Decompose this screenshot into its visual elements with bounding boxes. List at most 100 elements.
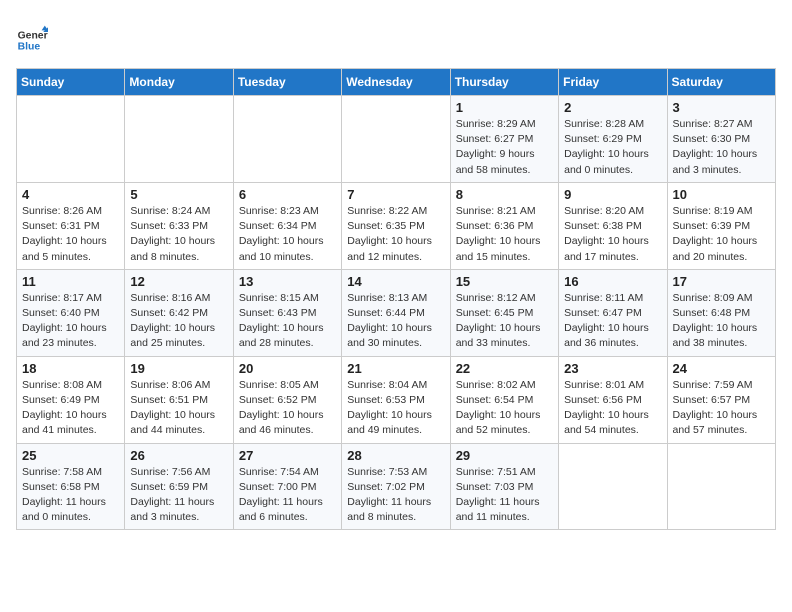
calendar-table: SundayMondayTuesdayWednesdayThursdayFrid… [16, 68, 776, 530]
day-number: 9 [564, 187, 661, 202]
day-info: Sunrise: 8:13 AMSunset: 6:44 PMDaylight:… [347, 291, 444, 352]
column-header-monday: Monday [125, 69, 233, 96]
day-info: Sunrise: 8:26 AMSunset: 6:31 PMDaylight:… [22, 204, 119, 265]
logo-icon: General Blue [16, 24, 48, 56]
day-info: Sunrise: 8:04 AMSunset: 6:53 PMDaylight:… [347, 378, 444, 439]
calendar-cell [342, 96, 450, 183]
calendar-cell: 28Sunrise: 7:53 AMSunset: 7:02 PMDayligh… [342, 443, 450, 530]
day-number: 24 [673, 361, 770, 376]
day-info: Sunrise: 7:59 AMSunset: 6:57 PMDaylight:… [673, 378, 770, 439]
column-header-wednesday: Wednesday [342, 69, 450, 96]
column-header-thursday: Thursday [450, 69, 558, 96]
calendar-cell: 24 Sunrise: 7:59 AMSunset: 6:57 PMDayligh… [667, 356, 775, 443]
calendar-cell: 1 Sunrise: 8:29 AMSunset: 6:27 PMDaylight… [450, 96, 558, 183]
week-row-3: 11Sunrise: 8:17 AMSunset: 6:40 PMDayligh… [17, 269, 776, 356]
calendar-cell: 16 Sunrise: 8:11 AMSunset: 6:47 PMDayligh… [559, 269, 667, 356]
day-info: Sunrise: 8:09 AMSunset: 6:48 PMDaylight:… [673, 291, 770, 352]
day-info: Sunrise: 8:08 AMSunset: 6:49 PMDaylight:… [22, 378, 119, 439]
page-header: General Blue [16, 16, 776, 56]
day-info: Sunrise: 7:53 AMSunset: 7:02 PMDaylight:… [347, 465, 444, 526]
day-number: 12 [130, 274, 227, 289]
calendar-cell: 15 Sunrise: 8:12 AMSunset: 6:45 PMDayligh… [450, 269, 558, 356]
day-info: Sunrise: 8:15 AMSunset: 6:43 PMDaylight:… [239, 291, 336, 352]
day-number: 22 [456, 361, 553, 376]
day-info: Sunrise: 8:02 AMSunset: 6:54 PMDaylight:… [456, 378, 553, 439]
day-number: 14 [347, 274, 444, 289]
day-number: 2 [564, 100, 661, 115]
day-number: 7 [347, 187, 444, 202]
calendar-cell: 29 Sunrise: 7:51 AMSunset: 7:03 PMDayligh… [450, 443, 558, 530]
logo: General Blue [16, 24, 52, 56]
day-info: Sunrise: 7:58 AMSunset: 6:58 PMDaylight:… [22, 465, 119, 526]
day-number: 8 [456, 187, 553, 202]
calendar-cell: 19 Sunrise: 8:06 AMSunset: 6:51 PMDayligh… [125, 356, 233, 443]
day-info: Sunrise: 8:11 AMSunset: 6:47 PMDaylight:… [564, 291, 661, 352]
column-header-friday: Friday [559, 69, 667, 96]
calendar-cell: 7 Sunrise: 8:22 AMSunset: 6:35 PMDaylight… [342, 182, 450, 269]
week-row-5: 25 Sunrise: 7:58 AMSunset: 6:58 PMDayligh… [17, 443, 776, 530]
day-number: 16 [564, 274, 661, 289]
day-number: 1 [456, 100, 553, 115]
calendar-cell: 11Sunrise: 8:17 AMSunset: 6:40 PMDayligh… [17, 269, 125, 356]
calendar-cell: 21 Sunrise: 8:04 AMSunset: 6:53 PMDayligh… [342, 356, 450, 443]
day-info: Sunrise: 8:21 AMSunset: 6:36 PMDaylight:… [456, 204, 553, 265]
calendar-cell [559, 443, 667, 530]
calendar-cell: 14 Sunrise: 8:13 AMSunset: 6:44 PMDayligh… [342, 269, 450, 356]
day-info: Sunrise: 8:23 AMSunset: 6:34 PMDaylight:… [239, 204, 336, 265]
calendar-cell: 23Sunrise: 8:01 AMSunset: 6:56 PMDayligh… [559, 356, 667, 443]
day-number: 27 [239, 448, 336, 463]
day-number: 13 [239, 274, 336, 289]
day-info: Sunrise: 8:22 AMSunset: 6:35 PMDaylight:… [347, 204, 444, 265]
day-info: Sunrise: 8:12 AMSunset: 6:45 PMDaylight:… [456, 291, 553, 352]
svg-text:Blue: Blue [18, 42, 41, 53]
day-number: 26 [130, 448, 227, 463]
calendar-cell: 8 Sunrise: 8:21 AMSunset: 6:36 PMDaylight… [450, 182, 558, 269]
day-number: 19 [130, 361, 227, 376]
calendar-cell: 5Sunrise: 8:24 AMSunset: 6:33 PMDaylight… [125, 182, 233, 269]
calendar-cell: 27Sunrise: 7:54 AMSunset: 7:00 PMDayligh… [233, 443, 341, 530]
column-header-sunday: Sunday [17, 69, 125, 96]
day-number: 29 [456, 448, 553, 463]
calendar-cell: 20 Sunrise: 8:05 AMSunset: 6:52 PMDayligh… [233, 356, 341, 443]
day-info: Sunrise: 8:05 AMSunset: 6:52 PMDaylight:… [239, 378, 336, 439]
day-info: Sunrise: 8:19 AMSunset: 6:39 PMDaylight:… [673, 204, 770, 265]
calendar-cell: 22 Sunrise: 8:02 AMSunset: 6:54 PMDayligh… [450, 356, 558, 443]
calendar-cell: 18 Sunrise: 8:08 AMSunset: 6:49 PMDayligh… [17, 356, 125, 443]
day-number: 6 [239, 187, 336, 202]
day-number: 23 [564, 361, 661, 376]
day-number: 21 [347, 361, 444, 376]
day-number: 3 [673, 100, 770, 115]
calendar-header-row: SundayMondayTuesdayWednesdayThursdayFrid… [17, 69, 776, 96]
calendar-cell: 13 Sunrise: 8:15 AMSunset: 6:43 PMDayligh… [233, 269, 341, 356]
day-number: 11 [22, 274, 119, 289]
svg-text:General: General [18, 30, 48, 41]
calendar-cell [125, 96, 233, 183]
calendar-cell: 6 Sunrise: 8:23 AMSunset: 6:34 PMDaylight… [233, 182, 341, 269]
week-row-2: 4 Sunrise: 8:26 AMSunset: 6:31 PMDaylight… [17, 182, 776, 269]
day-info: Sunrise: 8:16 AMSunset: 6:42 PMDaylight:… [130, 291, 227, 352]
calendar-cell [667, 443, 775, 530]
day-info: Sunrise: 7:56 AMSunset: 6:59 PMDaylight:… [130, 465, 227, 526]
day-number: 15 [456, 274, 553, 289]
day-number: 25 [22, 448, 119, 463]
day-number: 10 [673, 187, 770, 202]
week-row-4: 18 Sunrise: 8:08 AMSunset: 6:49 PMDayligh… [17, 356, 776, 443]
day-info: Sunrise: 8:20 AMSunset: 6:38 PMDaylight:… [564, 204, 661, 265]
calendar-cell: 17 Sunrise: 8:09 AMSunset: 6:48 PMDayligh… [667, 269, 775, 356]
calendar-cell [233, 96, 341, 183]
column-header-saturday: Saturday [667, 69, 775, 96]
day-number: 17 [673, 274, 770, 289]
day-number: 4 [22, 187, 119, 202]
day-info: Sunrise: 8:28 AMSunset: 6:29 PMDaylight:… [564, 117, 661, 178]
day-info: Sunrise: 7:51 AMSunset: 7:03 PMDaylight:… [456, 465, 553, 526]
calendar-cell: 25 Sunrise: 7:58 AMSunset: 6:58 PMDayligh… [17, 443, 125, 530]
calendar-cell: 3Sunrise: 8:27 AMSunset: 6:30 PMDaylight… [667, 96, 775, 183]
day-info: Sunrise: 8:29 AMSunset: 6:27 PMDaylight:… [456, 117, 553, 178]
day-number: 18 [22, 361, 119, 376]
day-number: 20 [239, 361, 336, 376]
calendar-cell: 4 Sunrise: 8:26 AMSunset: 6:31 PMDaylight… [17, 182, 125, 269]
calendar-body: 1 Sunrise: 8:29 AMSunset: 6:27 PMDaylight… [17, 96, 776, 530]
calendar-cell: 9 Sunrise: 8:20 AMSunset: 6:38 PMDaylight… [559, 182, 667, 269]
calendar-cell: 26 Sunrise: 7:56 AMSunset: 6:59 PMDayligh… [125, 443, 233, 530]
day-info: Sunrise: 8:06 AMSunset: 6:51 PMDaylight:… [130, 378, 227, 439]
